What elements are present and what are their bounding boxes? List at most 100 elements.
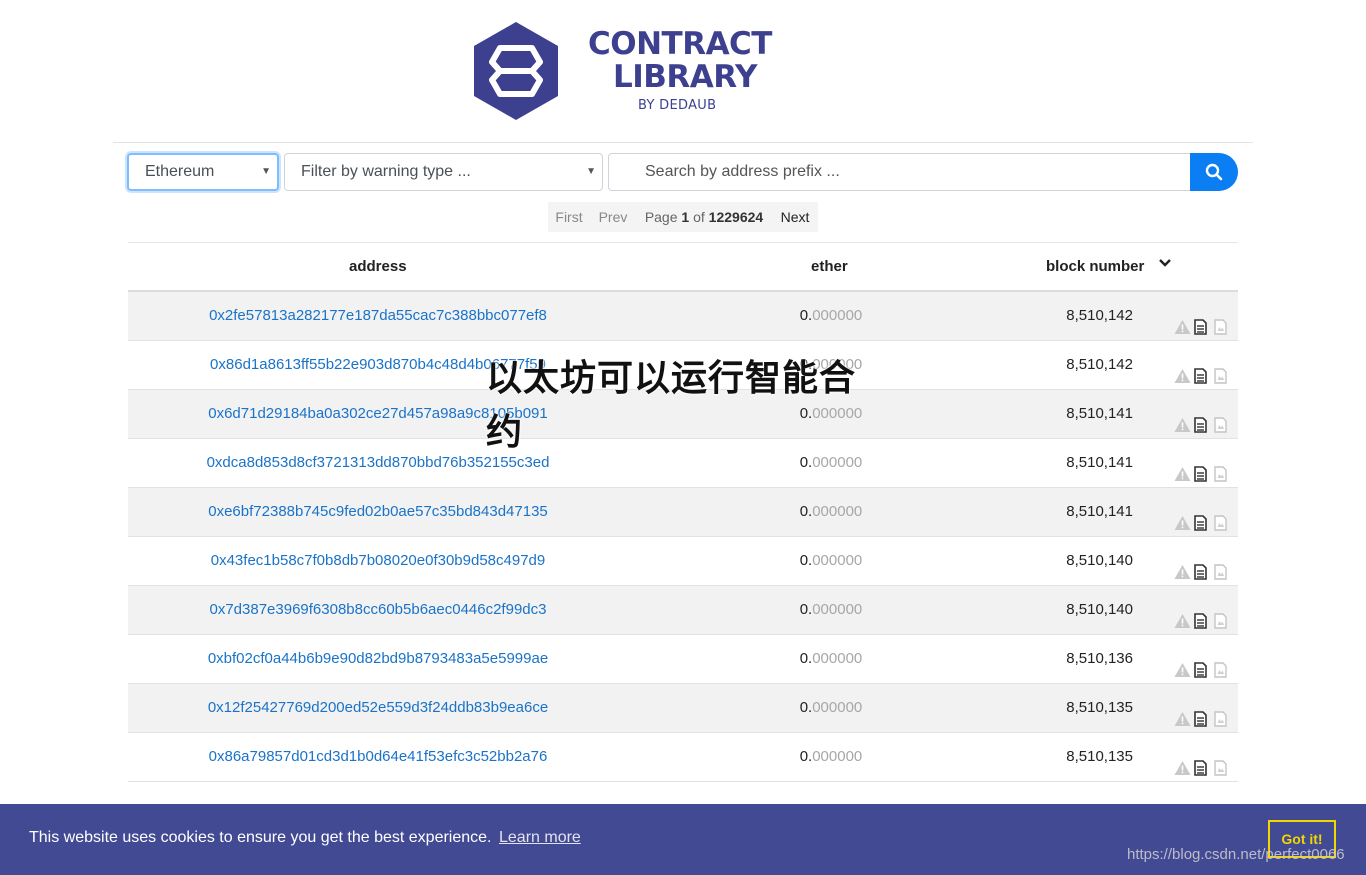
network-select-value: Ethereum bbox=[145, 163, 215, 180]
sort-descending-chevron-icon[interactable] bbox=[1158, 257, 1172, 269]
block-number: 8,510,135 bbox=[1066, 699, 1133, 716]
logo-title-line2: LIBRARY bbox=[613, 59, 757, 95]
warning-icon[interactable] bbox=[1174, 552, 1191, 579]
pagination-prev[interactable]: Prev bbox=[590, 202, 636, 232]
decompiled-document-icon[interactable] bbox=[1214, 405, 1231, 433]
column-header-address[interactable]: address bbox=[349, 243, 407, 291]
block-number: 8,510,140 bbox=[1066, 601, 1133, 618]
site-header: CONTRACT LIBRARY BY DEDAUB bbox=[0, 0, 1366, 142]
warning-icon[interactable] bbox=[1174, 650, 1191, 677]
row-action-icons bbox=[1174, 650, 1231, 678]
logo-title-line1: CONTRACT bbox=[588, 26, 772, 62]
page-total: 1229624 bbox=[708, 209, 764, 225]
contract-address-link[interactable]: 0x86a79857d01cd3d1b0d64e41f53efc3c52bb2a… bbox=[128, 733, 628, 781]
table-row: 0xe6bf72388b745c9fed02b0ae57c35bd843d471… bbox=[128, 488, 1238, 537]
decompiled-document-icon[interactable] bbox=[1214, 699, 1231, 727]
row-action-icons bbox=[1174, 503, 1231, 531]
address-search-input[interactable]: Search by address prefix ... bbox=[608, 153, 1192, 191]
contract-address-link[interactable]: 0x12f25427769d200ed52e559d3f24ddb83b9ea6… bbox=[128, 684, 628, 732]
page-of: of bbox=[693, 209, 705, 225]
row-action-icons bbox=[1174, 699, 1231, 727]
decompiled-document-icon[interactable] bbox=[1214, 307, 1231, 335]
page-prefix: Page bbox=[644, 209, 678, 225]
page-current: 1 bbox=[681, 209, 690, 225]
source-document-icon[interactable] bbox=[1194, 454, 1211, 482]
ether-balance: 0.000000 bbox=[768, 684, 894, 732]
source-document-icon[interactable] bbox=[1194, 601, 1211, 629]
contract-address-link[interactable]: 0x2fe57813a282177e187da55cac7c388bbc077e… bbox=[128, 292, 628, 340]
decompiled-document-icon[interactable] bbox=[1214, 601, 1231, 629]
row-action-icons bbox=[1174, 748, 1231, 776]
contract-library-logo-icon[interactable] bbox=[470, 20, 562, 122]
cookie-consent-bar: This website uses cookies to ensure you … bbox=[0, 804, 1366, 875]
ether-integer: 0. bbox=[799, 307, 813, 324]
contract-address-link[interactable]: 0x7d387e3969f6308b8cc60b5b6aec0446c2f99d… bbox=[128, 586, 628, 634]
header-divider bbox=[113, 142, 1253, 143]
table-row: 0x2fe57813a282177e187da55cac7c388bbc077e… bbox=[128, 292, 1238, 341]
logo-wordmark: CONTRACT LIBRARY BY DEDAUB bbox=[588, 26, 772, 114]
address-search-placeholder: Search by address prefix ... bbox=[645, 163, 840, 180]
column-header-ether[interactable]: ether bbox=[811, 243, 848, 291]
search-button[interactable] bbox=[1190, 153, 1238, 191]
block-number: 8,510,140 bbox=[1066, 552, 1133, 569]
ether-decimals: 000000 bbox=[812, 552, 863, 569]
pagination-page-info: Page 1 of 1229624 bbox=[636, 202, 772, 232]
decompiled-document-icon[interactable] bbox=[1214, 748, 1231, 776]
ether-decimals: 000000 bbox=[812, 748, 863, 765]
ether-integer: 0. bbox=[799, 650, 813, 667]
logo-byline: BY DEDAUB bbox=[638, 98, 717, 113]
decompiled-document-icon[interactable] bbox=[1214, 552, 1231, 580]
source-document-icon[interactable] bbox=[1194, 699, 1211, 727]
block-number: 8,510,142 bbox=[1066, 307, 1133, 324]
warning-icon[interactable] bbox=[1174, 356, 1191, 383]
contract-address-link[interactable]: 0xe6bf72388b745c9fed02b0ae57c35bd843d471… bbox=[128, 488, 628, 536]
contract-address-link[interactable]: 0xbf02cf0a44b6b9e90d82bd9b8793483a5e5999… bbox=[128, 635, 628, 683]
caret-down-icon: ▼ bbox=[586, 166, 596, 177]
table-row: 0x43fec1b58c7f0b8db7b08020e0f30b9d58c497… bbox=[128, 537, 1238, 586]
source-document-icon[interactable] bbox=[1194, 356, 1211, 384]
decompiled-document-icon[interactable] bbox=[1214, 356, 1231, 384]
ether-decimals: 000000 bbox=[812, 650, 863, 667]
warning-icon[interactable] bbox=[1174, 307, 1191, 334]
ether-decimals: 000000 bbox=[812, 699, 863, 716]
decompiled-document-icon[interactable] bbox=[1214, 503, 1231, 531]
contract-address-link[interactable]: 0x43fec1b58c7f0b8db7b08020e0f30b9d58c497… bbox=[128, 537, 628, 585]
warning-icon[interactable] bbox=[1174, 405, 1191, 432]
source-document-icon[interactable] bbox=[1194, 650, 1211, 678]
search-icon bbox=[1205, 163, 1223, 181]
decompiled-document-icon[interactable] bbox=[1214, 454, 1231, 482]
source-document-icon[interactable] bbox=[1194, 405, 1211, 433]
pagination-next[interactable]: Next bbox=[772, 202, 818, 232]
ether-integer: 0. bbox=[799, 503, 813, 520]
table-row: 0x12f25427769d200ed52e559d3f24ddb83b9ea6… bbox=[128, 684, 1238, 733]
table-header: address ether block number bbox=[128, 242, 1238, 292]
warning-icon[interactable] bbox=[1174, 699, 1191, 726]
row-action-icons bbox=[1174, 307, 1231, 335]
caret-down-icon: ▼ bbox=[261, 166, 271, 177]
source-document-icon[interactable] bbox=[1194, 748, 1211, 776]
block-number: 8,510,141 bbox=[1066, 454, 1133, 471]
cookie-learn-more-link[interactable]: Learn more bbox=[499, 829, 581, 847]
source-document-icon[interactable] bbox=[1194, 552, 1211, 580]
source-document-icon[interactable] bbox=[1194, 307, 1211, 335]
ether-balance: 0.000000 bbox=[768, 733, 894, 781]
decompiled-document-icon[interactable] bbox=[1214, 650, 1231, 678]
network-select[interactable]: Ethereum ▼ bbox=[127, 153, 279, 191]
ether-balance: 0.000000 bbox=[768, 292, 894, 340]
warning-icon[interactable] bbox=[1174, 503, 1191, 530]
row-action-icons bbox=[1174, 601, 1231, 629]
column-header-block-number[interactable]: block number bbox=[1046, 243, 1144, 291]
ether-decimals: 000000 bbox=[812, 601, 863, 618]
warning-type-select[interactable]: Filter by warning type ... ▼ bbox=[284, 153, 603, 191]
table-row: 0x7d387e3969f6308b8cc60b5b6aec0446c2f99d… bbox=[128, 586, 1238, 635]
warning-icon[interactable] bbox=[1174, 601, 1191, 628]
warning-icon[interactable] bbox=[1174, 748, 1191, 775]
pagination-first[interactable]: First bbox=[548, 202, 590, 232]
warning-type-placeholder: Filter by warning type ... bbox=[301, 163, 471, 180]
ether-decimals: 000000 bbox=[812, 307, 863, 324]
warning-icon[interactable] bbox=[1174, 454, 1191, 481]
table-row: 0xbf02cf0a44b6b9e90d82bd9b8793483a5e5999… bbox=[128, 635, 1238, 684]
row-action-icons bbox=[1174, 552, 1231, 580]
block-number: 8,510,135 bbox=[1066, 748, 1133, 765]
source-document-icon[interactable] bbox=[1194, 503, 1211, 531]
